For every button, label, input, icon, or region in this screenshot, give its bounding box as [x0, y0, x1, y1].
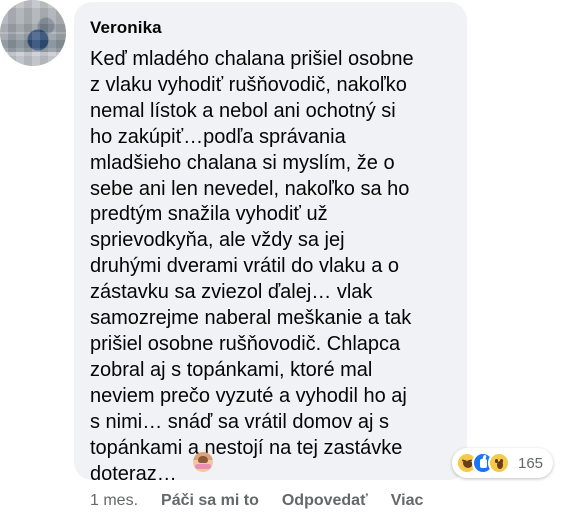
- more-action-button[interactable]: Viac: [391, 492, 424, 510]
- reaction-count: 165: [518, 454, 544, 472]
- wow-icon: [488, 452, 510, 474]
- reaction-summary[interactable]: 165: [452, 448, 554, 478]
- comment-text: Keď mladého chalana prišiel osobne z vla…: [90, 48, 414, 485]
- woman-shrugging-icon: [193, 452, 213, 472]
- reply-action-button[interactable]: Odpovedať: [282, 492, 368, 510]
- avatar[interactable]: [0, 0, 66, 66]
- comment-actions: 1 mes. Páči sa mi to Odpovedať Viac: [90, 492, 423, 510]
- comment-time[interactable]: 1 mes.: [90, 492, 138, 510]
- like-action-button[interactable]: Páči sa mi to: [161, 492, 259, 510]
- author-name[interactable]: Veronika: [90, 18, 162, 38]
